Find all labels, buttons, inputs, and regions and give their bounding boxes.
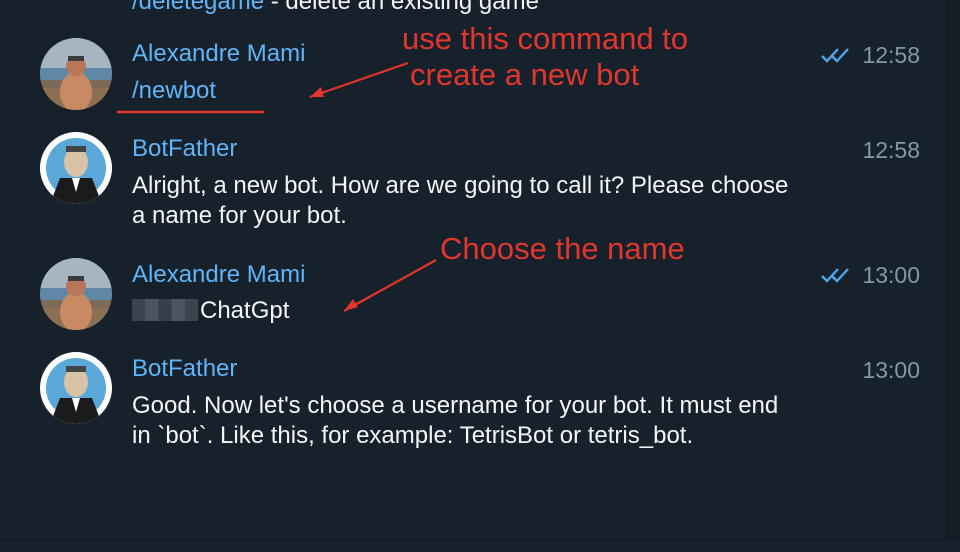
chat-history: /deletegame - delete an existing game Al…: [0, 0, 948, 540]
arrow-to-newbot: [309, 61, 409, 99]
arrowhead-icon: [310, 87, 324, 97]
arrow-to-name: [343, 259, 437, 312]
scrollbar[interactable]: [947, 0, 960, 540]
annotation-arrows: [117, 61, 437, 312]
arrowhead-icon: [344, 299, 358, 311]
composer-edge: [0, 539, 960, 552]
